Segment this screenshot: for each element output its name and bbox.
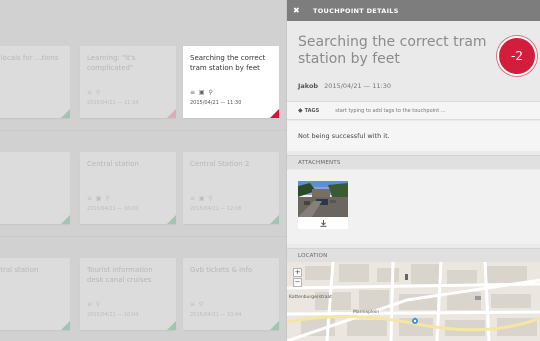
sentiment-corner <box>61 215 70 224</box>
sentiment-corner <box>61 109 70 118</box>
tag-icon: ◆ <box>298 107 303 114</box>
map-zoom-out-button[interactable]: − <box>293 278 302 287</box>
sentiment-corner <box>167 109 176 118</box>
sentiment-corner <box>167 215 176 224</box>
card-date: 2015/04/21 — 11:34 <box>87 100 139 106</box>
card-icons: ≡ ▣ ⚲ <box>190 195 214 202</box>
row-divider <box>0 130 286 131</box>
panel-title: TOUCHPOINT DETAILS <box>313 6 399 15</box>
card-title: Tourist information desk canal cruises <box>87 266 153 284</box>
touchpoint-card[interactable]: Central Station 2 ≡ ▣ ⚲ 2015/04/21 — 12:… <box>183 152 279 224</box>
map-street-label: Marnixplein <box>353 310 380 315</box>
tags-label: TAGS <box>304 107 320 114</box>
card-date: 2015/04/21 — 10:04 <box>87 312 139 318</box>
attachments-header: ATTACHMENTS <box>287 155 540 169</box>
sentiment-corner <box>270 321 279 330</box>
card-icons: ≡ ▣ ⚲ <box>190 89 214 96</box>
touchpoint-card[interactable]: ...central station ≡ ⚲ <box>0 258 70 330</box>
sentiment-corner <box>167 321 176 330</box>
touchpoint-description[interactable]: Not being successful with it. <box>287 121 540 151</box>
touchpoint-card[interactable]: ...ing locals for ...tions ≡ ⚲ <box>0 46 70 118</box>
card-date: 2015/04/21 — 11:30 <box>190 100 242 106</box>
touchpoint-card-selected[interactable]: Searching the correct tram station by fe… <box>183 46 279 118</box>
sentiment-corner <box>270 215 279 224</box>
location-map[interactable]: + − Kattenburgerstraat Marnixplein <box>287 262 540 341</box>
card-date: 2015/04/21 — 10:00 <box>87 206 139 212</box>
panel-header: ✖ TOUCHPOINT DETAILS <box>287 0 540 21</box>
touchpoint-title[interactable]: Searching the correct tram station by fe… <box>298 34 488 68</box>
sentiment-corner <box>61 321 70 330</box>
touchpoint-timestamp: 2015/04/21 — 11:30 <box>324 82 391 90</box>
card-date: 2015/04/21 — 12:08 <box>190 206 242 212</box>
attachment-thumbnail[interactable] <box>298 181 348 217</box>
location-header: LOCATION <box>287 248 540 262</box>
touchpoint-card[interactable]: ≡ ⚲ <box>0 152 70 224</box>
author-name: Jakob <box>298 82 319 90</box>
map-street-label: Kattenburgerstraat <box>289 295 332 300</box>
map-tiles <box>287 262 540 341</box>
map-zoom-in-button[interactable]: + <box>293 268 302 277</box>
row-divider <box>0 236 286 237</box>
card-title: Gvb tickets & info <box>190 266 253 274</box>
card-icons: ≡ ⚲ <box>190 301 205 308</box>
tags-row: ◆ TAGS <box>287 101 540 120</box>
card-icons: ≡ ⚲ <box>87 89 102 96</box>
touchpoint-card[interactable]: Learning: "it's complicated" ≡ ⚲ 2015/04… <box>80 46 176 118</box>
card-icons: ≡ ▣ ⚲ <box>87 195 111 202</box>
card-title: ...ing locals for ...tions <box>0 54 59 62</box>
attachments-section <box>287 170 540 244</box>
touchpoint-card[interactable]: Gvb tickets & info ≡ ⚲ 2015/04/21 — 10:4… <box>183 258 279 330</box>
card-title: Searching the correct tram station by fe… <box>190 54 266 72</box>
touchpoint-card[interactable]: Tourist information desk canal cruises ≡… <box>80 258 176 330</box>
card-title: Central station <box>87 160 139 168</box>
touchpoint-meta: Jakob 2015/04/21 — 11:30 <box>298 82 391 90</box>
card-title: Learning: "it's complicated" <box>87 54 136 72</box>
touchpoint-details-panel: ✖ TOUCHPOINT DETAILS Searching the corre… <box>286 0 540 341</box>
download-icon <box>320 219 326 227</box>
card-title: Central Station 2 <box>190 160 250 168</box>
card-icons: ≡ ⚲ <box>87 301 102 308</box>
score-badge[interactable]: -2 <box>497 36 537 76</box>
close-icon[interactable]: ✖ <box>293 6 303 15</box>
card-title: ...central station <box>0 266 39 274</box>
card-date: 2015/04/21 — 10:44 <box>190 312 242 318</box>
sentiment-corner <box>270 109 279 118</box>
touchpoint-board: ...ing locals for ...tions ≡ ⚲ Learning:… <box>0 0 286 341</box>
touchpoint-card[interactable]: Central station ≡ ▣ ⚲ 2015/04/21 — 10:00 <box>80 152 176 224</box>
tags-input[interactable] <box>335 107 486 114</box>
download-button[interactable] <box>298 217 348 229</box>
